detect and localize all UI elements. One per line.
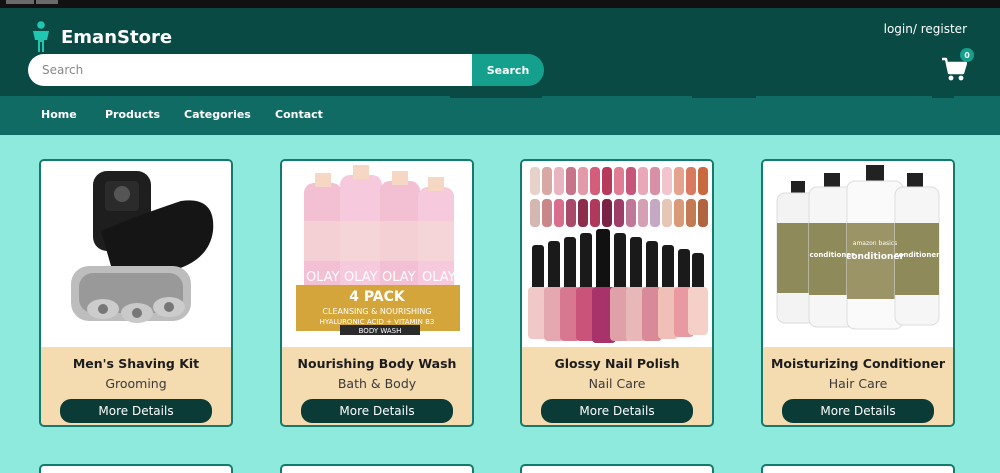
nav-divider bbox=[932, 96, 954, 98]
pack-ingredient-text: HYALURONIC ACID + VITAMIN B3 bbox=[320, 318, 435, 326]
product-card[interactable]: Men's Shaving Kit Grooming More Details bbox=[39, 159, 233, 427]
product-title: Nourishing Body Wash bbox=[297, 356, 457, 371]
nav-item-home[interactable]: Home bbox=[41, 108, 77, 121]
search-input[interactable] bbox=[28, 54, 472, 86]
login-link[interactable]: login/ bbox=[884, 22, 917, 36]
product-category: Grooming bbox=[105, 376, 167, 391]
bottle-brand-text: amazon basics bbox=[853, 240, 897, 247]
more-details-button[interactable]: More Details bbox=[60, 399, 212, 423]
nav-divider bbox=[450, 96, 542, 98]
nav-item-categories[interactable]: Categories bbox=[184, 108, 251, 121]
product-card[interactable]: OLAY OLAY OLAY OLAY 4 PACK CLEANSING & N… bbox=[280, 159, 474, 427]
pack-description-text: CLEANSING & NOURISHING bbox=[322, 307, 431, 316]
nav-divider bbox=[692, 96, 756, 98]
search-bar: Search bbox=[28, 54, 544, 86]
product-category: Hair Care bbox=[828, 376, 888, 391]
site-header: EmanStore login/ register Search 0 bbox=[0, 8, 1000, 96]
product-category: Nail Care bbox=[588, 376, 646, 391]
search-button[interactable]: Search bbox=[472, 54, 544, 86]
product-image-body-wash: OLAY OLAY OLAY OLAY 4 PACK CLEANSING & N… bbox=[282, 161, 472, 347]
product-image-shaver bbox=[41, 161, 231, 347]
person-icon bbox=[33, 21, 49, 52]
bottle-brand-text: OLAY bbox=[382, 270, 416, 285]
brand-name: EmanStore bbox=[61, 26, 173, 48]
brand-logo[interactable]: EmanStore bbox=[30, 21, 172, 53]
bottle-brand-text: OLAY bbox=[344, 270, 378, 285]
main-nav: Home Products Categories Contact bbox=[0, 96, 1000, 135]
product-card-partial[interactable] bbox=[520, 464, 714, 473]
more-details-button[interactable]: More Details bbox=[301, 399, 453, 423]
product-card[interactable]: Glossy Nail Polish Nail Care More Detail… bbox=[520, 159, 714, 427]
product-image-conditioner: amazon basics conditioner conditioner co… bbox=[763, 161, 953, 347]
bottle-brand-text: OLAY bbox=[306, 270, 340, 285]
product-title: Men's Shaving Kit bbox=[72, 356, 200, 371]
nav-item-contact[interactable]: Contact bbox=[275, 108, 323, 121]
nav-item-products[interactable]: Products bbox=[105, 108, 160, 121]
product-title: Moisturizing Conditioner bbox=[770, 356, 946, 371]
product-card[interactable]: amazon basics conditioner conditioner co… bbox=[761, 159, 955, 427]
bottle-brand-text: OLAY bbox=[422, 270, 456, 285]
register-link[interactable]: register bbox=[921, 22, 967, 36]
pack-count-text: 4 PACK bbox=[349, 289, 406, 305]
product-card-partial[interactable] bbox=[39, 464, 233, 473]
more-details-button[interactable]: More Details bbox=[541, 399, 693, 423]
pack-type-text: BODY WASH bbox=[359, 327, 402, 335]
top-strip-segment bbox=[6, 0, 34, 4]
bottle-label-text: conditioner bbox=[894, 251, 940, 259]
product-image-nail-polish bbox=[522, 161, 712, 347]
auth-links: login/ register bbox=[884, 22, 967, 36]
more-details-button[interactable]: More Details bbox=[782, 399, 934, 423]
product-category: Bath & Body bbox=[337, 376, 417, 391]
product-card-partial[interactable] bbox=[280, 464, 474, 473]
bottle-label-text: conditioner bbox=[809, 251, 855, 259]
window-top-strip bbox=[0, 0, 1000, 8]
product-card-partial[interactable] bbox=[761, 464, 955, 473]
product-title: Glossy Nail Polish bbox=[554, 356, 680, 371]
cart-count-badge: 0 bbox=[960, 48, 974, 62]
top-strip-segment bbox=[36, 0, 58, 4]
